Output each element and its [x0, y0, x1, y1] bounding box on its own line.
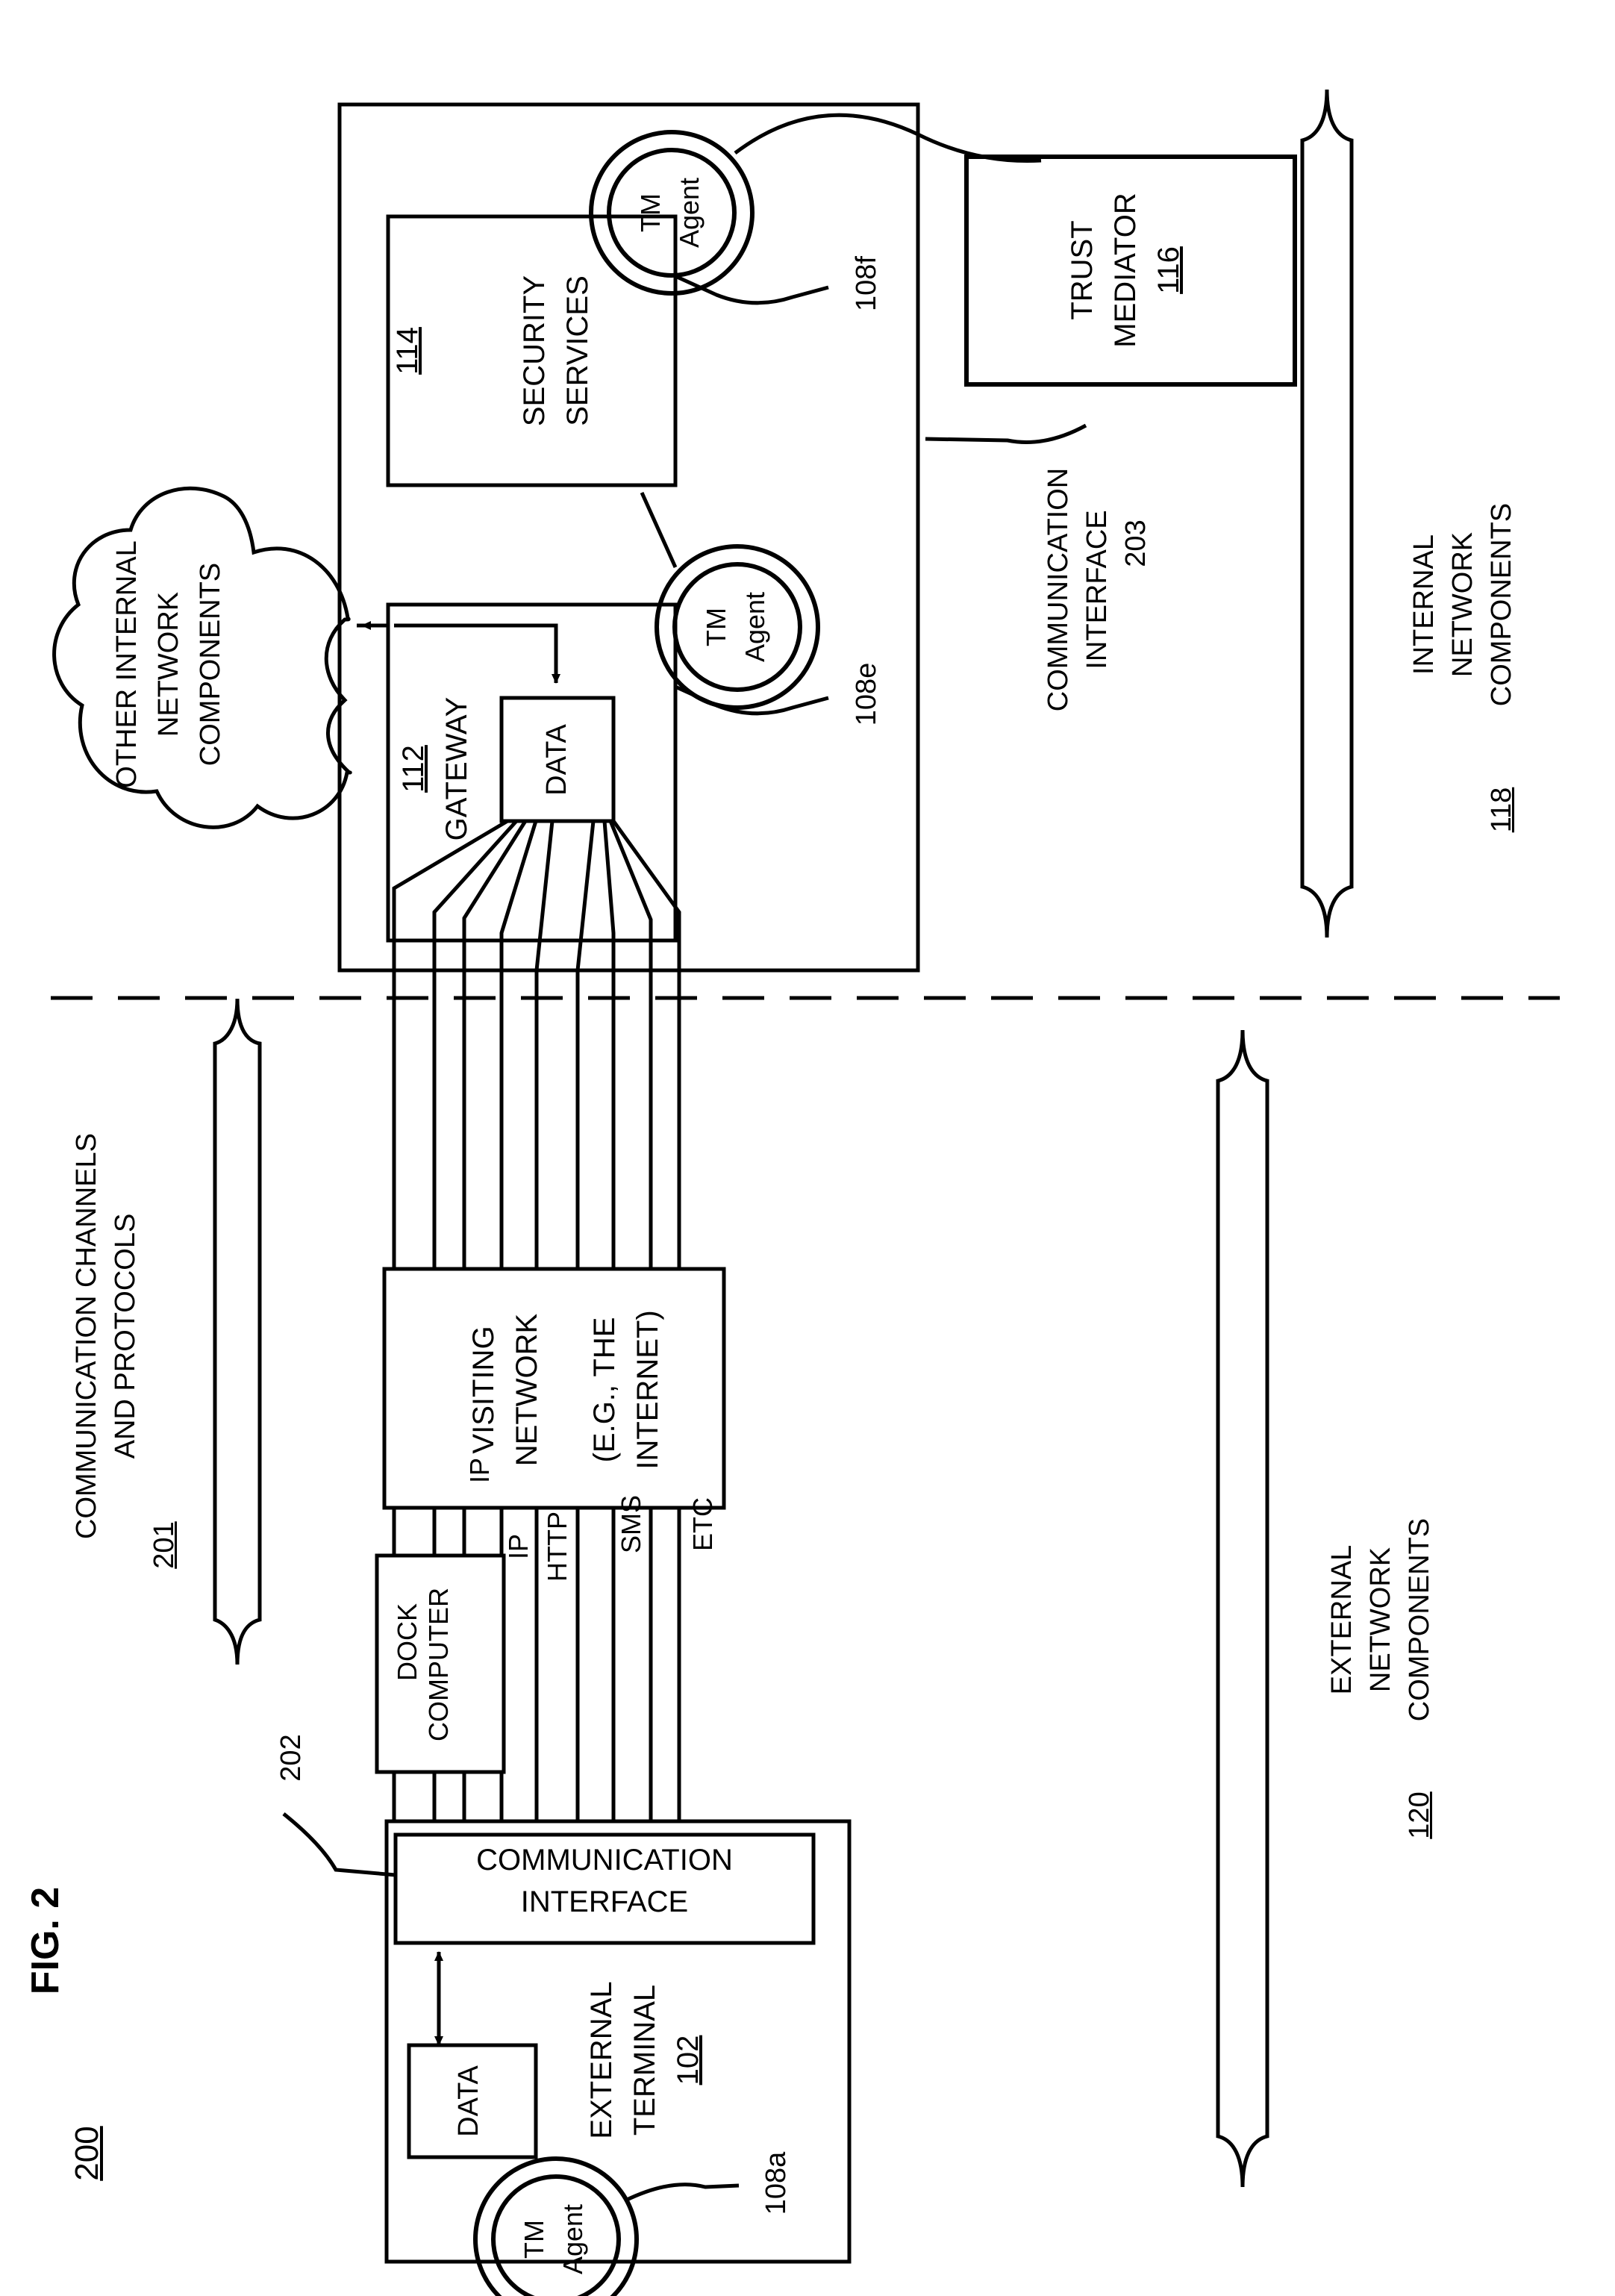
channel-lines-internal: [392, 970, 681, 1269]
tm-agent-security-line1: TM: [635, 193, 666, 232]
bracket-channels-protocols: [213, 998, 262, 1665]
ref-202-label: 202: [275, 1734, 307, 1782]
internal-comm-interface-line1: COMMUNICATION: [1043, 467, 1074, 712]
figure-label: FIG. 2: [24, 1886, 67, 1995]
tm-agent-gateway-line2: Agent: [740, 591, 770, 663]
bracket-label-channels-line1: COMMUNICATION CHANNELS: [71, 1133, 102, 1539]
bracket-external-network: [1216, 1029, 1269, 2188]
ref-202-leader: [282, 1812, 396, 1877]
external-comm-interface-line2: INTERFACE: [520, 1885, 689, 1918]
bracket-label-external-line2: NETWORK: [1365, 1547, 1396, 1693]
computer-box-label: COMPUTER: [423, 1588, 454, 1741]
tm-agent-external-line1: TM: [519, 2220, 549, 2259]
gateway-ref: 112: [397, 745, 430, 793]
external-comm-interface-line1: COMMUNICATION: [476, 1844, 733, 1877]
gateway-fanout-lines: [392, 819, 681, 971]
tm-agent-trust-mediator-link: [734, 113, 1042, 163]
bracket-label-external-line1: EXTERNAL: [1326, 1544, 1358, 1695]
external-terminal-line1: EXTERNAL: [585, 1981, 618, 2139]
bracket-ref-channels: 201: [149, 1521, 180, 1569]
tm-agent-external-ref: 108a: [760, 2151, 792, 2215]
gateway-data-label: DATA: [541, 724, 572, 796]
protocol-label-sms: SMS: [616, 1495, 646, 1554]
protocol-label-ip-dock: IP: [464, 1458, 495, 1484]
bracket-ref-internal: 118: [1486, 787, 1517, 833]
bracket-label-internal-line1: INTERNAL: [1408, 534, 1440, 675]
cloud-line3: COMPONENTS: [195, 562, 226, 767]
trust-mediator-ref: 116: [1152, 246, 1185, 294]
internal-comm-interface-line2: INTERFACE: [1081, 510, 1113, 670]
patent-figure-canvas: [51, 89, 1560, 2296]
protocol-label-etc: ETC: [687, 1497, 718, 1551]
tm-agent-gateway-outer: [655, 544, 820, 710]
bracket-label-internal-line2: NETWORK: [1447, 531, 1478, 678]
tm-agent-external-inner: [491, 2174, 621, 2296]
tm-agent-security-outer: [589, 130, 755, 296]
tm-agent-gateway-ref: 108e: [851, 662, 882, 726]
tm-agent-gateway-link: [640, 491, 678, 569]
tm-agent-external-line2: Agent: [557, 2203, 588, 2275]
security-services-line2: SERVICES: [561, 275, 594, 426]
bracket-label-internal-line3: COMPONENTS: [1486, 502, 1517, 707]
tm-agent-gateway-line1: TM: [701, 608, 731, 646]
bracket-internal-network: [1300, 89, 1354, 938]
figure-number: 200: [69, 2126, 105, 2181]
external-data-label: DATA: [453, 2065, 484, 2137]
tm-agent-gateway-inner: [672, 562, 802, 692]
trust-mediator-line1: TRUST: [1066, 220, 1099, 320]
trust-mediator-line2: MEDIATOR: [1109, 193, 1142, 348]
bracket-ref-external: 120: [1404, 1791, 1435, 1839]
bracket-label-channels-line2: AND PROTOCOLS: [110, 1213, 141, 1459]
internal-comm-interface-ref: 203: [1120, 520, 1152, 567]
security-services-line1: SECURITY: [518, 275, 551, 427]
security-services-ref: 114: [391, 327, 424, 375]
external-terminal-ref: 102: [672, 2035, 705, 2086]
visiting-network-line2: NETWORK: [510, 1313, 543, 1467]
cloud-line2: NETWORK: [153, 591, 184, 737]
external-terminal-line2: TERMINAL: [628, 1984, 661, 2136]
cloud-line1: OTHER INTERNAL: [111, 540, 143, 788]
tm-agent-security-inner: [607, 148, 737, 278]
visiting-network-box: [382, 1267, 726, 1510]
tm-agent-security-ref: 108f: [851, 256, 882, 311]
protocol-label-dock: DOCK: [392, 1603, 422, 1682]
protocol-label-ip: IP: [503, 1534, 534, 1560]
bracket-label-external-line3: COMPONENTS: [1404, 1517, 1435, 1722]
tm-agent-security-line2: Agent: [674, 177, 705, 249]
gateway-label: GATEWAY: [440, 696, 473, 841]
protocol-label-http: HTTP: [542, 1512, 572, 1582]
